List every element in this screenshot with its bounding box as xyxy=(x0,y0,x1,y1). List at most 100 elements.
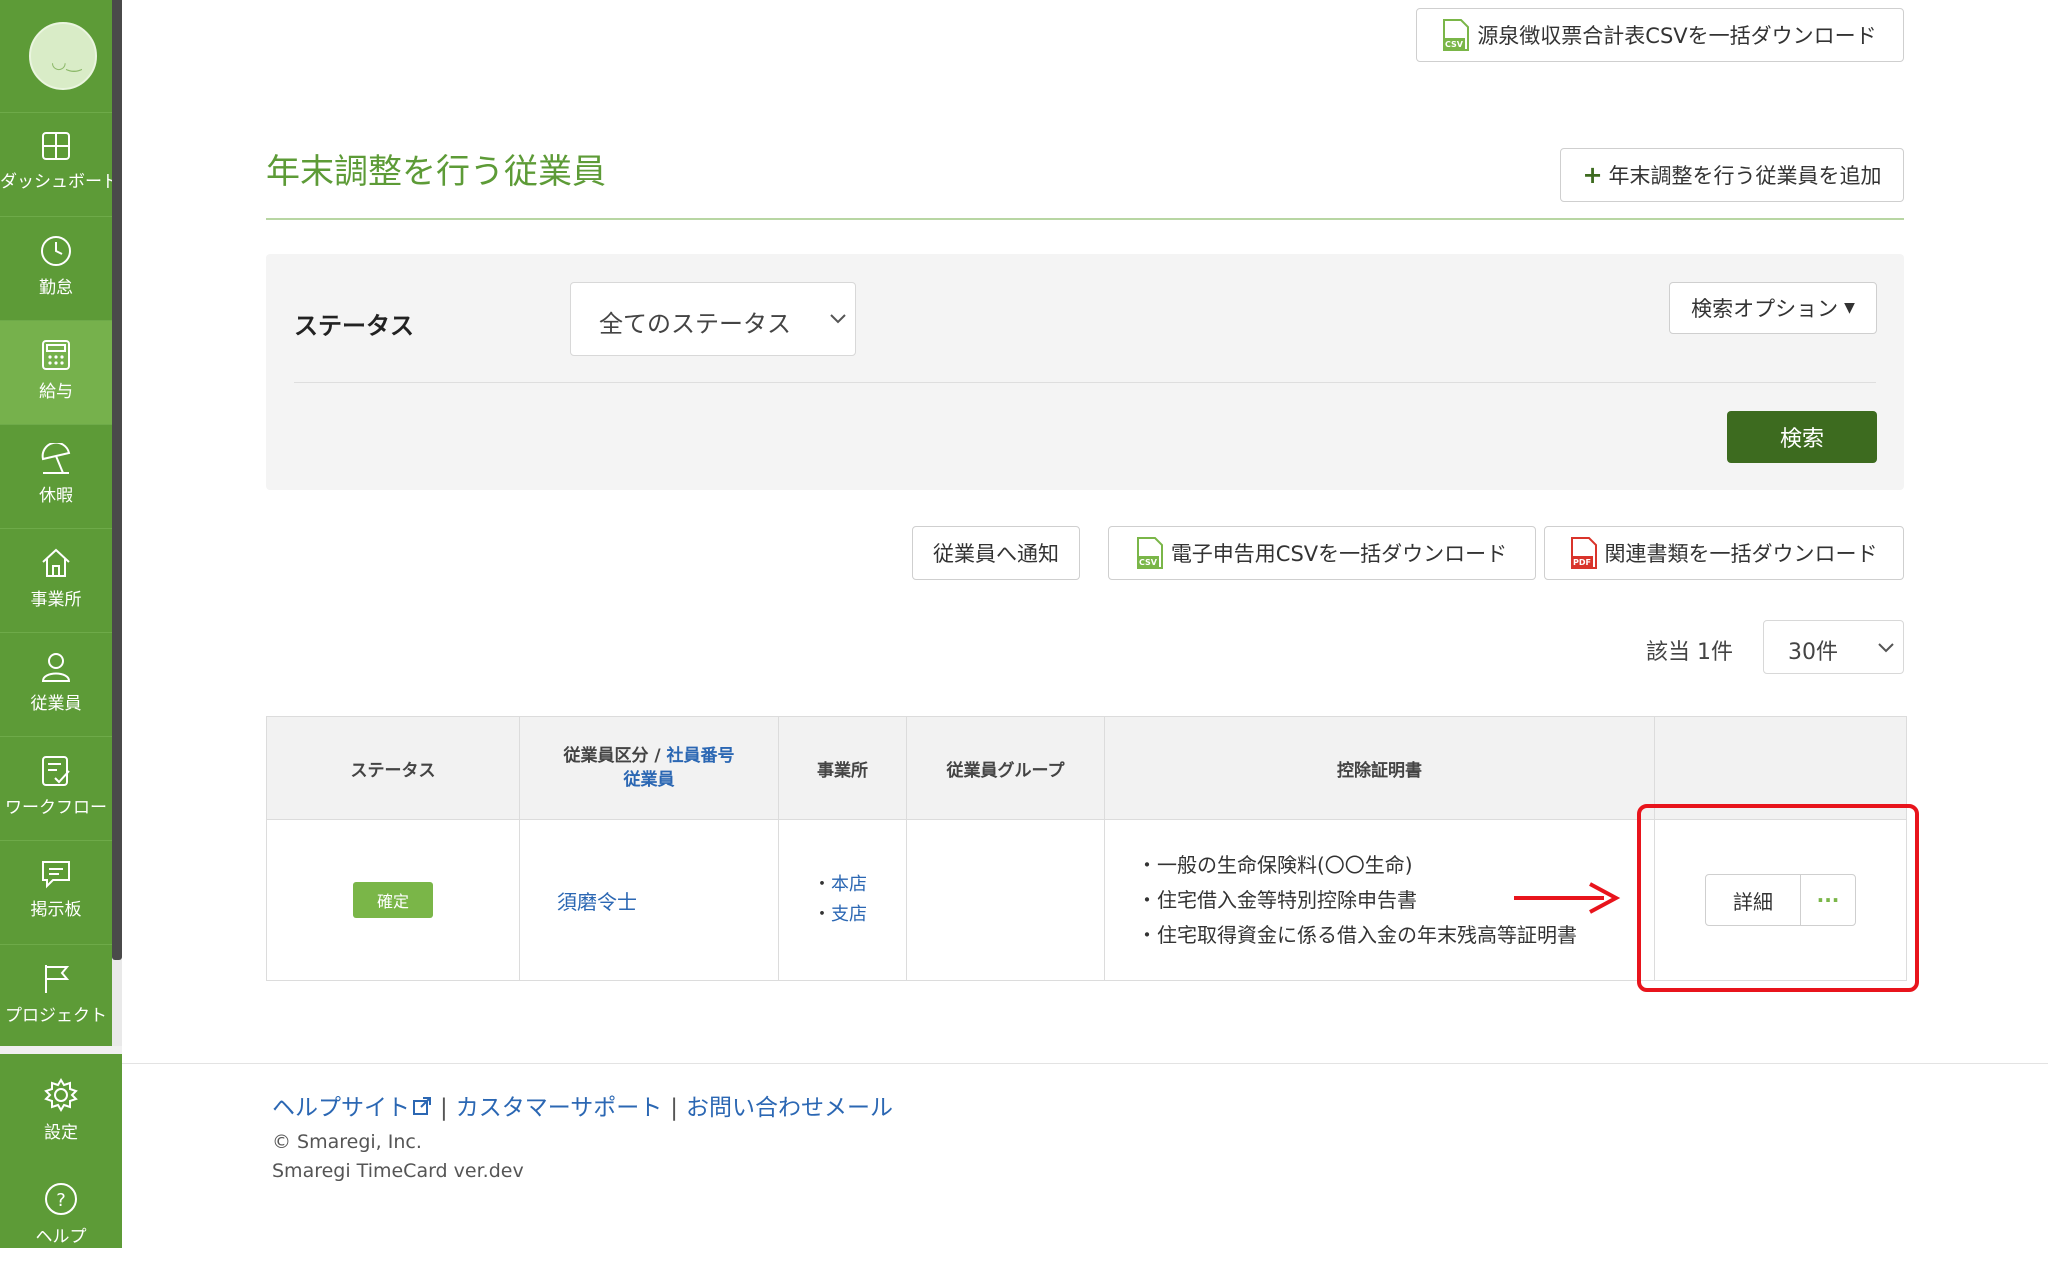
search-button[interactable]: 検索 xyxy=(1727,411,1877,463)
sidebar-item-dashboard[interactable]: ダッシュボード xyxy=(0,112,119,217)
flag-icon xyxy=(45,965,70,993)
sidebar-item-leave[interactable]: 休暇 xyxy=(0,424,112,529)
sidebar-item-label: 設定 xyxy=(44,1123,78,1143)
per-page-value: 30件 xyxy=(1788,640,1838,665)
sidebar-item-bulletin[interactable]: 掲示板 xyxy=(0,840,112,945)
notify-employees-label: 従業員へ通知 xyxy=(933,542,1059,566)
status-filter-label: ステータス xyxy=(294,312,414,340)
notify-employees-button[interactable]: 従業員へ通知 xyxy=(912,526,1080,580)
list-item: ・本店 xyxy=(813,874,867,895)
logo-face-icon: ◡‿ xyxy=(51,52,82,73)
search-options-button[interactable]: 検索オプション ▼ xyxy=(1669,282,1877,334)
employee-name-link[interactable]: 須磨令士 xyxy=(557,890,637,914)
list-item: ・住宅取得資金に係る借入金の年末残高等証明書 xyxy=(1137,922,1577,947)
sidebar-item-payroll[interactable]: 給与 xyxy=(0,320,112,425)
dashboard-icon xyxy=(42,132,70,160)
sidebar-item-help[interactable]: ? ヘルプ xyxy=(0,1164,122,1268)
related-docs-download-label: 関連書類を一括ダウンロード xyxy=(1604,542,1878,566)
col-employee[interactable]: 従業員区分 / 社員番号 従業員 xyxy=(519,716,779,820)
sidebar-item-attendance[interactable]: 勤怠 xyxy=(0,216,112,321)
add-employee-button[interactable]: + 年末調整を行う従業員を追加 xyxy=(1560,148,1904,202)
version-text: Smaregi TimeCard ver.dev xyxy=(272,1160,524,1182)
beach-umbrella-icon xyxy=(41,443,71,474)
add-employee-label: 年末調整を行う従業員を追加 xyxy=(1608,164,1882,188)
e-filing-csv-download-label: 電子申告用CSVを一括ダウンロード xyxy=(1170,542,1508,566)
col-status[interactable]: ステータス xyxy=(266,716,520,820)
certificate-item: 住宅取得資金に係る借入金の年末残高等証明書 xyxy=(1157,922,1577,947)
sidebar-item-label: 従業員 xyxy=(30,694,82,714)
message-board-icon xyxy=(42,861,70,889)
contact-mail-link[interactable]: お問い合わせメール xyxy=(686,1095,893,1121)
clock-icon xyxy=(41,236,71,266)
col-certificates: 控除証明書 xyxy=(1104,716,1655,820)
sidebar-item-project[interactable]: プロジェクト xyxy=(0,944,112,1049)
status-badge: 確定 xyxy=(352,882,433,918)
chevron-down-icon xyxy=(830,314,846,324)
e-filing-csv-download-button[interactable]: CSV 電子申告用CSVを一括ダウンロード xyxy=(1108,526,1536,580)
external-link-icon xyxy=(413,1097,431,1115)
csv-total-download-label: 源泉徴収票合計表CSVを一括ダウンロード xyxy=(1477,24,1877,48)
col-category-label: 従業員区分 / xyxy=(563,746,667,766)
svg-text:CSV: CSV xyxy=(1139,558,1158,567)
sidebar-item-label: 事業所 xyxy=(30,590,82,610)
footer-links: ヘルプサイト | カスタマーサポート | お問い合わせメール xyxy=(272,1088,893,1122)
gear-icon xyxy=(44,1078,78,1112)
col-office[interactable]: 事業所 xyxy=(778,716,907,820)
annotation-highlight-box xyxy=(1637,804,1919,992)
sidebar-item-office[interactable]: 事業所 xyxy=(0,528,112,633)
col-group[interactable]: 従業員グループ xyxy=(906,716,1105,820)
search-panel xyxy=(266,254,1904,490)
office-link[interactable]: 支店 xyxy=(831,904,867,925)
csv-file-icon: CSV xyxy=(1136,537,1163,569)
chevron-down-icon xyxy=(1878,643,1894,653)
col-employee-label[interactable]: 従業員 xyxy=(624,770,675,790)
sidebar: ◡‿ ダッシュボード 勤怠 給与 休暇 事業所 従業員 ワークフロー 掲示板 プ… xyxy=(0,0,122,1248)
status-cell: 確定 xyxy=(266,819,520,981)
per-page-select[interactable]: 30件 xyxy=(1763,620,1904,674)
sidebar-item-settings[interactable]: 設定 xyxy=(0,1060,122,1164)
sidebar-item-label: 休暇 xyxy=(39,486,73,506)
list-item: ・一般の生命保険料(〇〇生命) xyxy=(1137,852,1413,877)
related-docs-download-button[interactable]: PDF 関連書類を一括ダウンロード xyxy=(1544,526,1904,580)
office-list: ・本店 ・支店 xyxy=(813,870,906,930)
search-panel-divider xyxy=(294,382,1876,383)
footer-separator: | xyxy=(440,1095,448,1121)
sidebar-scrollbar-thumb[interactable] xyxy=(112,0,122,960)
calculator-icon xyxy=(42,340,70,370)
svg-text:CSV: CSV xyxy=(1445,40,1464,49)
title-divider xyxy=(266,218,1904,220)
certificate-item: 住宅借入金等特別控除申告書 xyxy=(1157,887,1417,912)
sidebar-item-label: ダッシュボード xyxy=(0,172,119,192)
footer-separator: | xyxy=(670,1095,679,1121)
sidebar-item-employee[interactable]: 従業員 xyxy=(0,632,112,737)
sidebar-item-label: 給与 xyxy=(39,382,73,402)
status-select-value: 全てのステータス xyxy=(599,310,791,338)
page-title: 年末調整を行う従業員 xyxy=(266,152,606,192)
employee-cell: 須磨令士 xyxy=(519,819,779,981)
help-icon: ? xyxy=(45,1183,77,1215)
col-employee-no-label[interactable]: 社員番号 xyxy=(667,746,735,766)
person-icon xyxy=(41,653,71,682)
sidebar-item-label: ヘルプ xyxy=(35,1227,87,1247)
certificate-item: 一般の生命保険料(〇〇生命) xyxy=(1157,852,1413,877)
footer-divider xyxy=(122,1063,2048,1064)
sidebar-item-workflow[interactable]: ワークフロー xyxy=(0,736,112,841)
office-link[interactable]: 本店 xyxy=(831,874,867,895)
search-options-label: 検索オプション xyxy=(1691,297,1839,321)
app-logo[interactable]: ◡‿ xyxy=(29,22,97,90)
annotation-arrow-icon xyxy=(1514,882,1621,914)
sidebar-item-label: ワークフロー xyxy=(5,798,107,818)
group-cell xyxy=(906,819,1105,981)
list-item: ・支店 xyxy=(813,904,867,925)
pdf-file-icon: PDF xyxy=(1570,537,1597,569)
copyright-text: © Smaregi, Inc. xyxy=(272,1131,422,1153)
status-select[interactable]: 全てのステータス xyxy=(570,282,856,356)
sidebar-item-label: 掲示板 xyxy=(30,900,82,920)
svg-text:PDF: PDF xyxy=(1573,558,1591,567)
sidebar-bottom: 設定 ? ヘルプ xyxy=(0,1046,122,1248)
csv-total-download-button[interactable]: CSV 源泉徴収票合計表CSVを一括ダウンロード xyxy=(1416,8,1904,62)
office-cell: ・本店 ・支店 xyxy=(778,819,907,981)
caret-down-icon: ▼ xyxy=(1844,300,1855,316)
help-site-link[interactable]: ヘルプサイト xyxy=(272,1095,410,1121)
customer-support-link[interactable]: カスタマーサポート xyxy=(456,1095,663,1121)
